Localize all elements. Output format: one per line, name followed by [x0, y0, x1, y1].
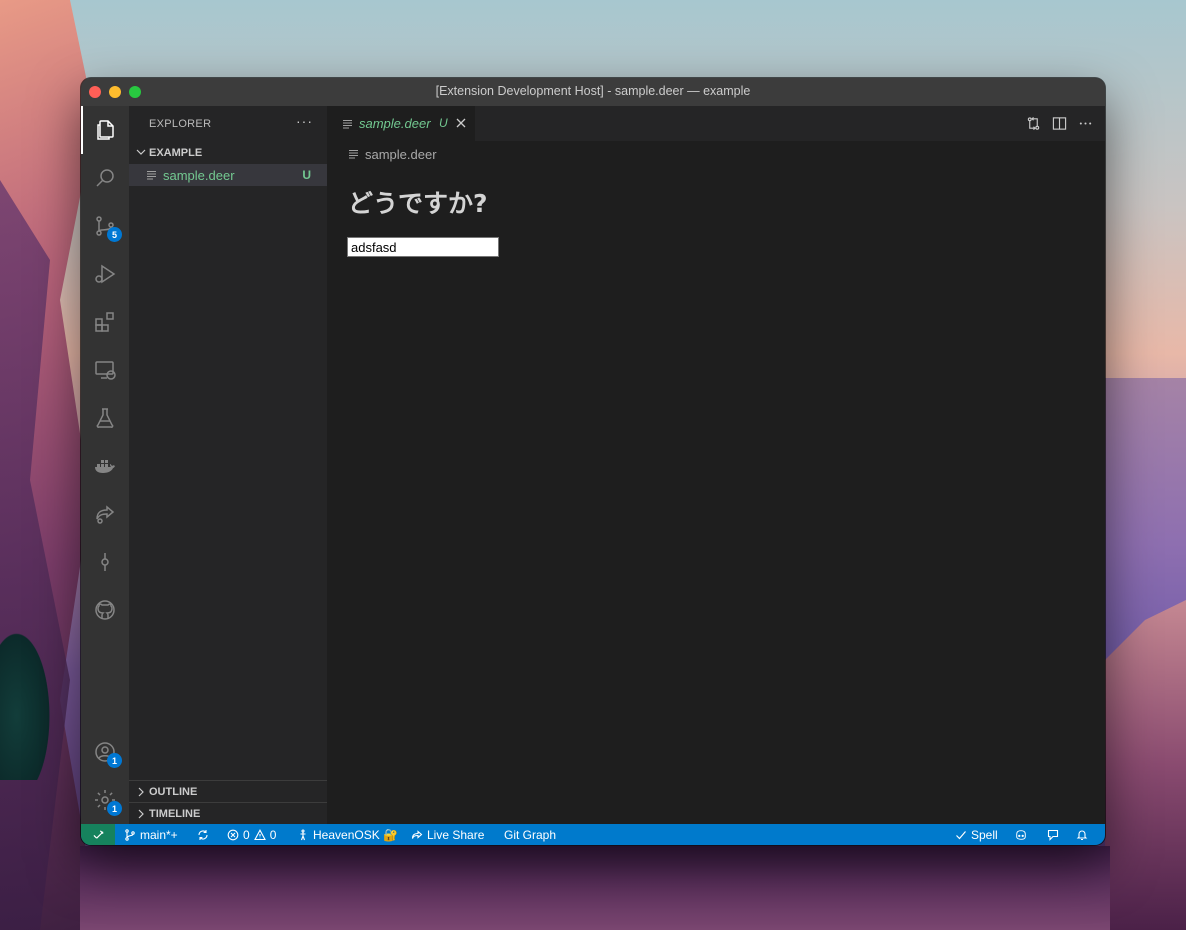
user-status[interactable]: HeavenOSK 🔐 — [297, 824, 398, 845]
activity-settings[interactable]: 1 — [81, 776, 129, 824]
remote-indicator-button[interactable] — [81, 824, 115, 845]
activity-search[interactable] — [81, 154, 129, 202]
file-lines-icon — [343, 120, 352, 129]
window-title: [Extension Development Host] - sample.de… — [435, 84, 751, 98]
activity-run-debug[interactable] — [81, 250, 129, 298]
webview-heading: どうですか? — [348, 189, 488, 218]
activity-testing[interactable] — [81, 394, 129, 442]
run-debug-icon — [95, 264, 116, 284]
vscode-window: [Extension Development Host] - sample.de… — [81, 78, 1105, 845]
live-share-label: Live Share — [427, 827, 485, 842]
file-lines-icon — [349, 150, 358, 159]
error-icon — [227, 829, 239, 840]
compare-changes-icon — [1027, 116, 1039, 130]
warning-count: 0 — [269, 827, 277, 842]
file-lines-icon — [147, 171, 156, 180]
open-changes-button[interactable] — [1025, 115, 1041, 131]
wallpaper-ground — [80, 846, 1110, 930]
notifications-status[interactable] — [1076, 824, 1088, 845]
activity-source-control[interactable]: 5 — [81, 202, 129, 250]
feedback-status[interactable] — [1047, 824, 1059, 845]
split-editor-button[interactable] — [1051, 115, 1067, 131]
activity-live-share[interactable] — [81, 490, 129, 538]
activity-extensions[interactable] — [81, 298, 129, 346]
error-count: 0 — [243, 827, 250, 842]
outline-section[interactable]: OUTLINE — [129, 780, 327, 803]
bell-icon — [1076, 830, 1088, 840]
spell-status[interactable]: Spell — [955, 824, 998, 845]
tab-status: U — [439, 116, 448, 130]
editor-area: sample.deer U sample.deer どうですか? — [327, 106, 1105, 824]
feedback-icon — [1047, 829, 1059, 841]
ellipsis-icon — [1079, 121, 1091, 125]
explorer-icon — [97, 120, 114, 140]
activity-git-commit[interactable] — [81, 538, 129, 586]
breadcrumb-file: sample.deer — [365, 146, 437, 162]
tab-label: sample.deer — [359, 116, 431, 131]
copilot-icon — [1016, 829, 1026, 840]
github-icon — [95, 600, 115, 620]
git-graph-label: Git Graph — [504, 827, 557, 842]
explorer-sidebar: EXPLORER ··· EXAMPLE sample.deer U OUTLI… — [129, 106, 327, 824]
git-graph-status[interactable]: Git Graph — [504, 824, 556, 845]
chevron-right-icon — [138, 809, 144, 819]
wallpaper-plant — [0, 620, 55, 780]
timeline-label: TIMELINE — [149, 808, 201, 820]
live-share-icon — [96, 505, 115, 524]
git-commit-icon — [101, 553, 109, 571]
activity-docker[interactable] — [81, 442, 129, 490]
remote-explorer-icon — [95, 361, 116, 380]
folder-example[interactable]: EXAMPLE — [129, 144, 327, 164]
chevron-down-icon — [136, 149, 146, 155]
folder-label: EXAMPLE — [149, 147, 203, 159]
tab-bar: sample.deer U — [327, 106, 1105, 141]
sync-button[interactable] — [197, 824, 209, 845]
sidebar-more-actions-button[interactable]: ··· — [296, 113, 313, 129]
check-icon — [956, 830, 966, 839]
source-control-badge: 5 — [107, 227, 122, 242]
timeline-section[interactable]: TIMELINE — [129, 802, 327, 825]
sync-icon — [198, 829, 208, 840]
editor-actions — [1025, 115, 1093, 131]
live-share-status[interactable]: Live Share — [411, 824, 484, 845]
git-branch-icon — [125, 828, 135, 841]
chevron-right-icon — [138, 787, 144, 797]
breadcrumb[interactable]: sample.deer — [349, 145, 437, 163]
user-label: HeavenOSK 🔐 — [313, 827, 398, 842]
sidebar-title: EXPLORER — [149, 118, 212, 130]
file-label: sample.deer — [163, 168, 235, 183]
testing-icon — [96, 408, 114, 428]
activity-accounts[interactable]: 1 — [81, 728, 129, 776]
warning-icon — [253, 828, 266, 840]
search-icon — [96, 169, 114, 187]
extensions-icon — [95, 312, 114, 332]
title-bar: [Extension Development Host] - sample.de… — [81, 78, 1105, 107]
accounts-badge: 1 — [107, 753, 122, 768]
copilot-status[interactable] — [1015, 824, 1027, 845]
split-editor-icon — [1052, 116, 1066, 130]
spell-label: Spell — [971, 827, 998, 842]
branch-status[interactable]: main*+ — [124, 824, 178, 845]
activity-bar: 5 1 1 — [81, 106, 129, 824]
file-status-untracked: U — [302, 168, 311, 182]
wallpaper-mountain-right — [1105, 600, 1186, 930]
activity-github[interactable] — [81, 586, 129, 634]
settings-badge: 1 — [107, 801, 122, 816]
status-bar: main*+ 0 0 HeavenOSK 🔐 Live Share Git Gr… — [81, 824, 1105, 845]
remote-icon — [92, 830, 104, 839]
tab-sample-deer[interactable]: sample.deer U — [327, 106, 475, 141]
problems-status[interactable]: 0 0 — [227, 824, 276, 845]
activity-remote-explorer[interactable] — [81, 346, 129, 394]
webview-text-input[interactable] — [347, 237, 499, 257]
branch-label: main*+ — [140, 827, 178, 842]
outline-label: OUTLINE — [149, 786, 198, 798]
docker-icon — [95, 460, 115, 473]
more-actions-button[interactable] — [1077, 115, 1093, 131]
live-share-icon — [411, 829, 423, 839]
close-icon[interactable] — [455, 117, 467, 129]
file-item-sample-deer[interactable]: sample.deer U — [129, 164, 327, 186]
activity-explorer[interactable] — [81, 106, 129, 154]
accessibility-icon — [300, 828, 306, 840]
